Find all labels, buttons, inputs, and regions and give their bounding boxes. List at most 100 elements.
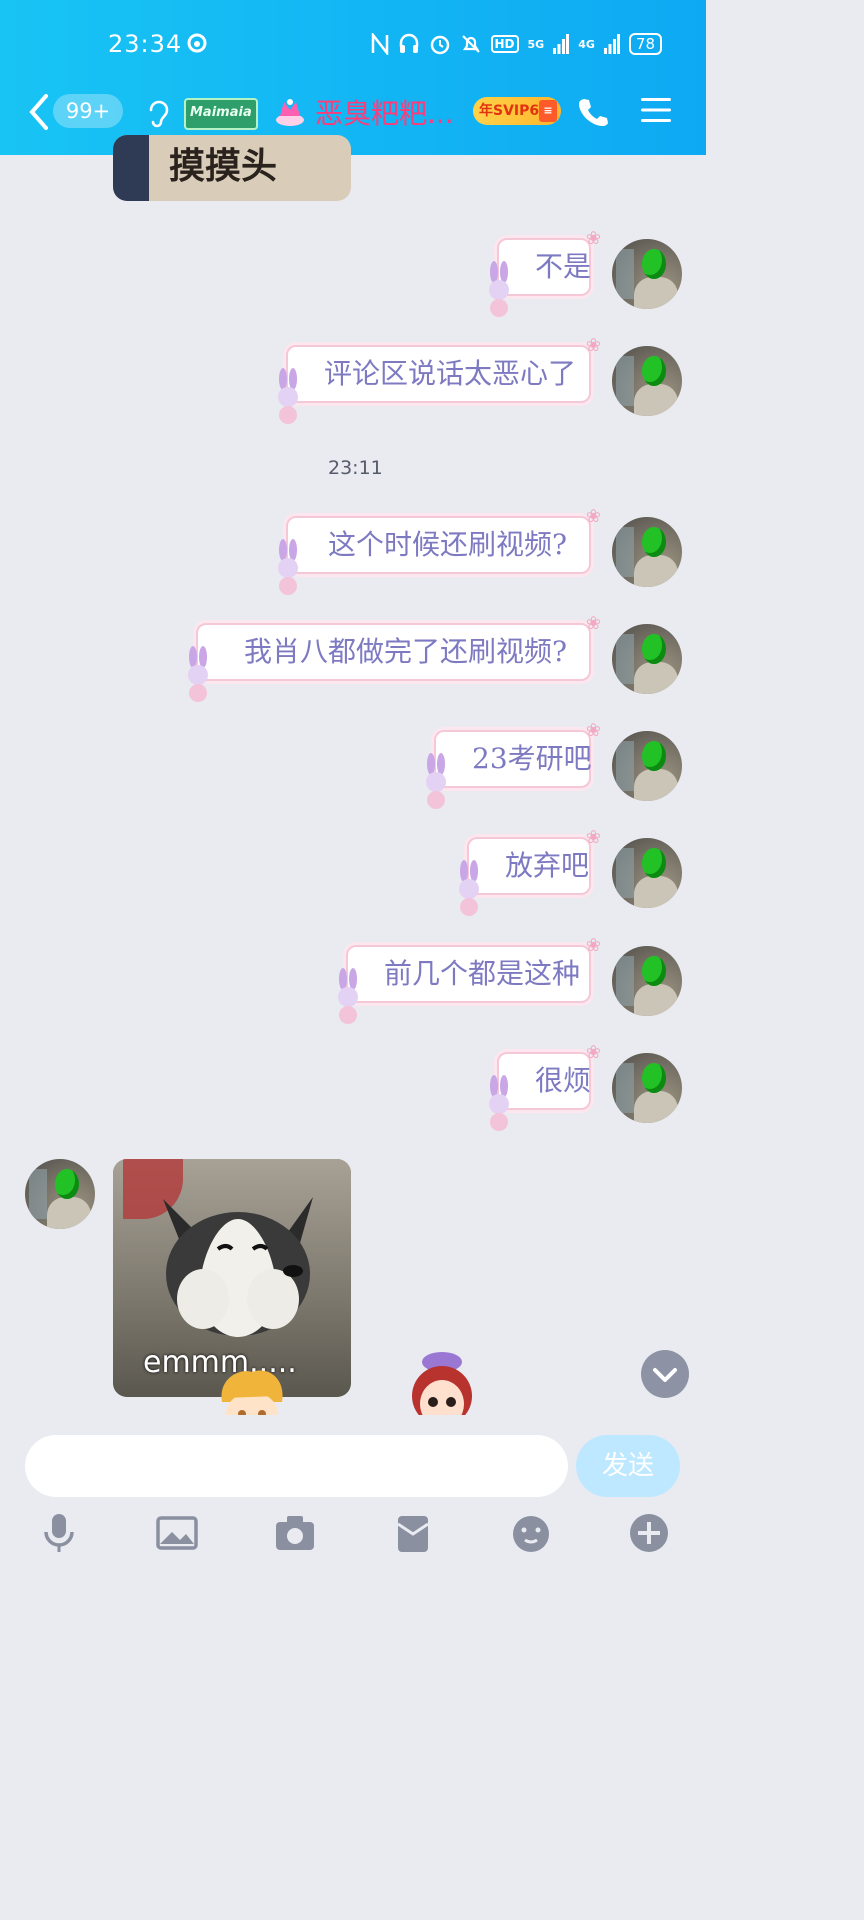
menu-icon[interactable] (640, 94, 672, 126)
bow-decoration: ❀ (585, 613, 601, 634)
avatar-mask (642, 249, 666, 279)
avatar[interactable] (612, 731, 682, 801)
chat-message-list[interactable]: 摸摸头 不是 ❀ 评论区说话太恶心了 ❀ 23:11 这个时候还刷视频? ❀ 我… (0, 135, 706, 1415)
message-text: 前几个都是这种 (384, 957, 581, 990)
sticker-image-top[interactable]: 摸摸头 (113, 135, 351, 201)
bow-decoration: ❀ (585, 335, 601, 356)
status-clock: 23:34 (108, 30, 183, 58)
bow-decoration: ❀ (585, 228, 601, 249)
message-bubble[interactable]: 放弃吧 ❀ (467, 829, 601, 895)
avatar-body (634, 277, 678, 309)
avatar-bg (616, 956, 634, 1006)
message-text: 23考研吧 (472, 742, 592, 775)
message-text: 我肖八都做完了还刷视频? (243, 635, 567, 668)
husky-sticker-image[interactable]: emmm..... (113, 1159, 351, 1397)
red-envelope-icon: ≡ (539, 100, 557, 122)
bunny-sticker-icon (489, 1075, 509, 1131)
message-bubble[interactable]: 评论区说话太恶心了 ❀ (286, 337, 601, 403)
avatar-bg (616, 741, 634, 791)
image-icon[interactable] (154, 1510, 200, 1556)
avatar-body (634, 876, 678, 908)
bow-decoration: ❀ (585, 720, 601, 741)
avatar-body (47, 1197, 91, 1229)
mute-bell-icon (461, 35, 480, 53)
unread-count-badge[interactable]: 99+ (53, 94, 123, 128)
message-bubble[interactable]: 23考研吧 ❀ (434, 722, 601, 788)
bunny-sticker-icon (489, 261, 509, 317)
signal-icon (553, 34, 570, 54)
battery-indicator: 78 (628, 33, 662, 55)
headset-icon (399, 33, 418, 53)
svip-label: 年SVIP6 (479, 103, 540, 119)
avatar-mask (642, 848, 666, 878)
avatar-body (634, 984, 678, 1016)
hd-badge: HD (490, 35, 519, 53)
bow-decoration: ❀ (585, 827, 601, 848)
earpiece-mode-icon[interactable] (145, 98, 171, 130)
avatar-body (634, 662, 678, 694)
phone-call-icon[interactable] (577, 96, 609, 128)
avatar-bg (616, 1063, 634, 1113)
avatar-bg (616, 356, 634, 406)
chat-title[interactable]: 恶臭粑粑... (315, 92, 454, 132)
avatar-body (634, 555, 678, 587)
red-packet-icon[interactable] (390, 1510, 436, 1556)
emoji-icon[interactable] (508, 1510, 554, 1556)
avatar-mask (642, 634, 666, 664)
input-toolbar (0, 1510, 706, 1560)
time-separator: 23:11 (328, 457, 383, 479)
avatar-bg (616, 249, 634, 299)
plus-icon[interactable] (626, 1510, 672, 1556)
avatar-bg (616, 634, 634, 684)
bunny-sticker-icon (338, 968, 358, 1024)
back-arrow-icon[interactable] (26, 92, 50, 132)
avatar[interactable] (612, 946, 682, 1016)
message-text: 很烦 (535, 1064, 592, 1097)
netease-music-icon (187, 33, 207, 53)
avatar-mask (642, 1063, 666, 1093)
contact-avatar[interactable] (25, 1159, 95, 1229)
sticker-text: 摸摸头 (169, 146, 278, 187)
bow-decoration: ❀ (585, 935, 601, 956)
sticker-jeans (113, 135, 149, 201)
chat-nav-bar: 99+ Maimaia 恶臭粑粑... 年SVIP6 ≡ (0, 88, 706, 138)
message-text: 不是 (535, 250, 592, 283)
crown-gem-icon (276, 99, 304, 126)
scroll-to-bottom-button[interactable] (641, 1350, 689, 1398)
bunny-sticker-icon (188, 646, 208, 702)
avatar-mask (642, 956, 666, 986)
signal-icon-2 (603, 34, 620, 54)
message-text: 这个时候还刷视频? (327, 528, 567, 561)
bow-decoration: ❀ (585, 506, 601, 527)
avatar-mask (642, 741, 666, 771)
bunny-sticker-icon (278, 368, 298, 424)
message-text: 评论区说话太恶心了 (324, 357, 577, 390)
bow-decoration: ❀ (585, 1042, 601, 1063)
avatar[interactable] (612, 239, 682, 309)
name-tag-badge: Maimaia (184, 98, 258, 130)
avatar[interactable] (612, 838, 682, 908)
message-text: 放弃吧 (505, 849, 590, 882)
avatar-mask (642, 356, 666, 386)
avatar-bg (29, 1169, 47, 1219)
bunny-sticker-icon (426, 753, 446, 809)
avatar-mask (642, 527, 666, 557)
bunny-sticker-icon (278, 539, 298, 595)
message-input[interactable] (25, 1435, 568, 1497)
camera-icon[interactable] (272, 1510, 318, 1556)
microphone-icon[interactable] (36, 1510, 82, 1556)
message-bubble[interactable]: 前几个都是这种 ❀ (346, 937, 601, 1003)
avatar[interactable] (612, 346, 682, 416)
message-bubble[interactable]: 这个时候还刷视频? ❀ (286, 508, 601, 574)
avatar[interactable] (612, 517, 682, 587)
net-4g-label: 4G (578, 37, 595, 51)
avatar[interactable] (612, 1053, 682, 1123)
avatar-bg (616, 848, 634, 898)
status-icons: HD 5G 4G 78 (371, 30, 662, 58)
bunny-sticker-icon (459, 860, 479, 916)
avatar-mask (55, 1169, 79, 1199)
send-button[interactable]: 发送 (576, 1435, 680, 1497)
svip-badge[interactable]: 年SVIP6 ≡ (473, 97, 561, 125)
message-bubble[interactable]: 我肖八都做完了还刷视频? ❀ (196, 615, 601, 681)
avatar[interactable] (612, 624, 682, 694)
